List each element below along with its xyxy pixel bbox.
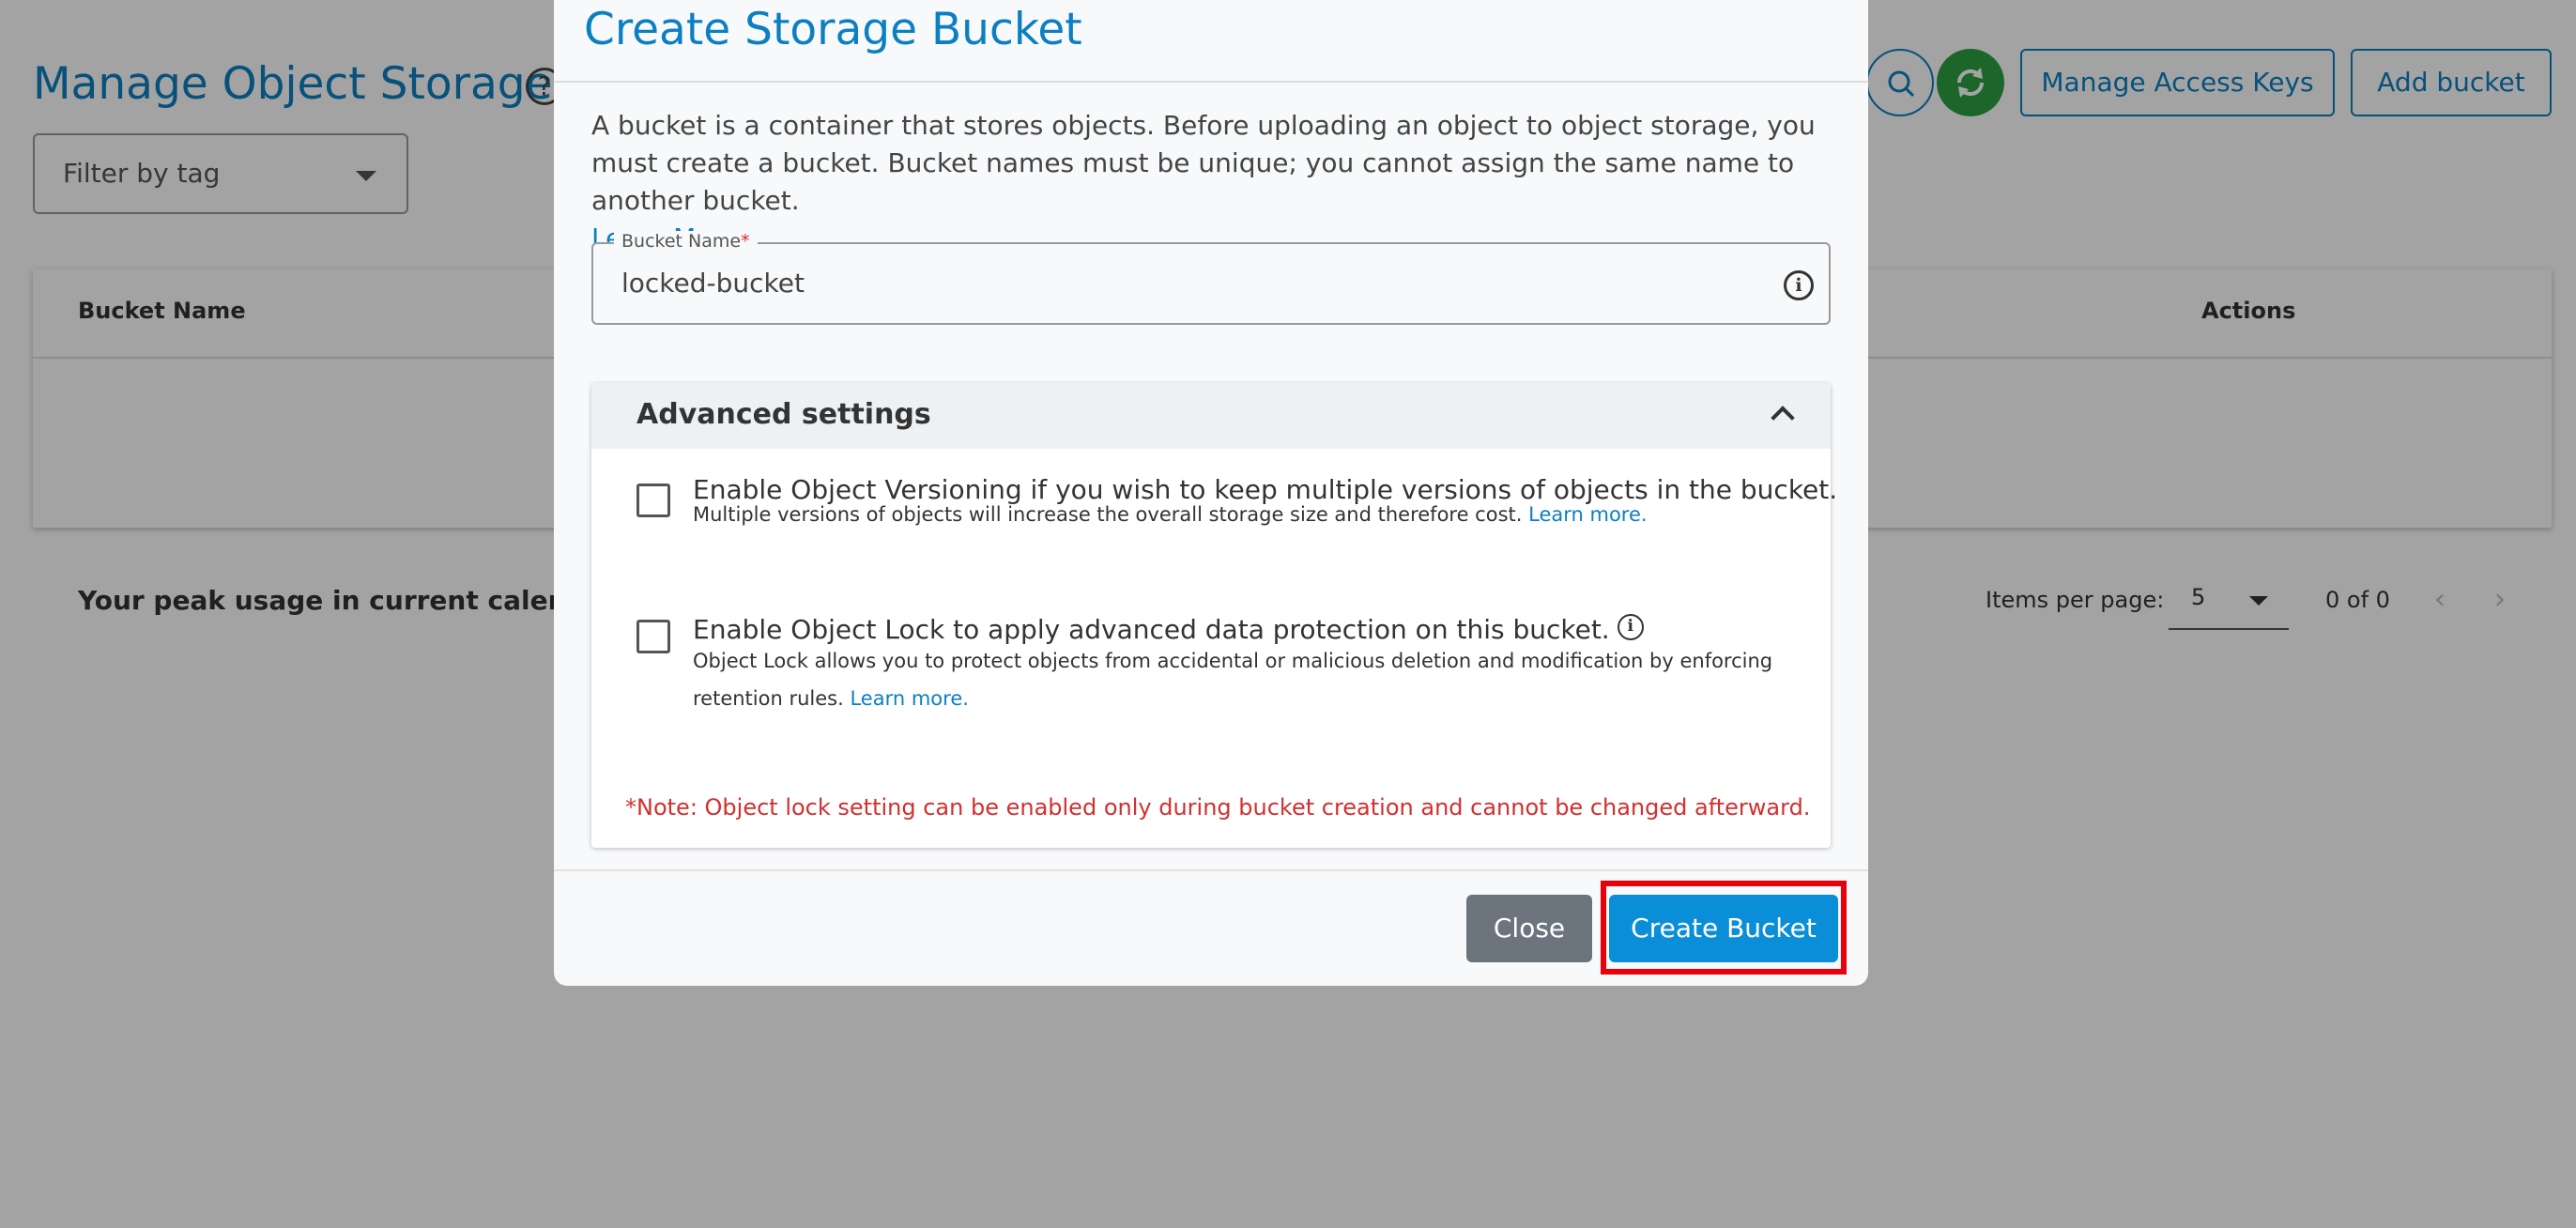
object-lock-note: *Note: Object lock setting can be enable…	[625, 794, 1811, 821]
divider	[554, 81, 1868, 83]
object-versioning-desc-text: Multiple versions of objects will increa…	[693, 503, 1523, 526]
object-lock-checkbox[interactable]	[636, 620, 670, 653]
object-lock-title: Enable Object Lock to apply advanced dat…	[693, 614, 1644, 645]
object-lock-description: Object Lock allows you to protect object…	[693, 642, 1801, 717]
create-bucket-dialog: Create Storage Bucket A bucket is a cont…	[554, 0, 1868, 986]
dialog-title: Create Storage Bucket	[584, 4, 1082, 55]
bucket-name-field[interactable]: Bucket Name* locked-bucket i	[591, 231, 1831, 325]
bucket-name-label-text: Bucket Name	[621, 231, 742, 252]
info-icon[interactable]: i	[1617, 614, 1644, 640]
advanced-settings-panel: Advanced settings Enable Object Versioni…	[591, 383, 1837, 848]
advanced-settings-title: Advanced settings	[636, 398, 931, 431]
object-versioning-description: Multiple versions of objects will increa…	[693, 496, 1801, 533]
chevron-up-icon[interactable]	[1771, 406, 1795, 430]
bucket-name-label: Bucket Name*	[614, 231, 758, 252]
required-mark: *	[741, 231, 750, 252]
description-text: A bucket is a container that stores obje…	[591, 110, 1816, 216]
close-button[interactable]: Close	[1466, 895, 1592, 962]
object-versioning-checkbox[interactable]	[636, 484, 670, 517]
object-lock-title-text: Enable Object Lock to apply advanced dat…	[693, 614, 1610, 645]
advanced-settings-header[interactable]: Advanced settings	[591, 383, 1831, 449]
versioning-learn-more-link[interactable]: Learn more.	[1528, 503, 1647, 526]
info-icon[interactable]: i	[1784, 270, 1814, 300]
object-lock-learn-more-link[interactable]: Learn more.	[850, 687, 968, 710]
divider	[554, 869, 1868, 871]
dialog-description: A bucket is a container that stores obje…	[591, 107, 1840, 257]
create-bucket-button[interactable]: Create Bucket	[1609, 895, 1838, 962]
bucket-name-input[interactable]: locked-bucket	[621, 268, 805, 299]
